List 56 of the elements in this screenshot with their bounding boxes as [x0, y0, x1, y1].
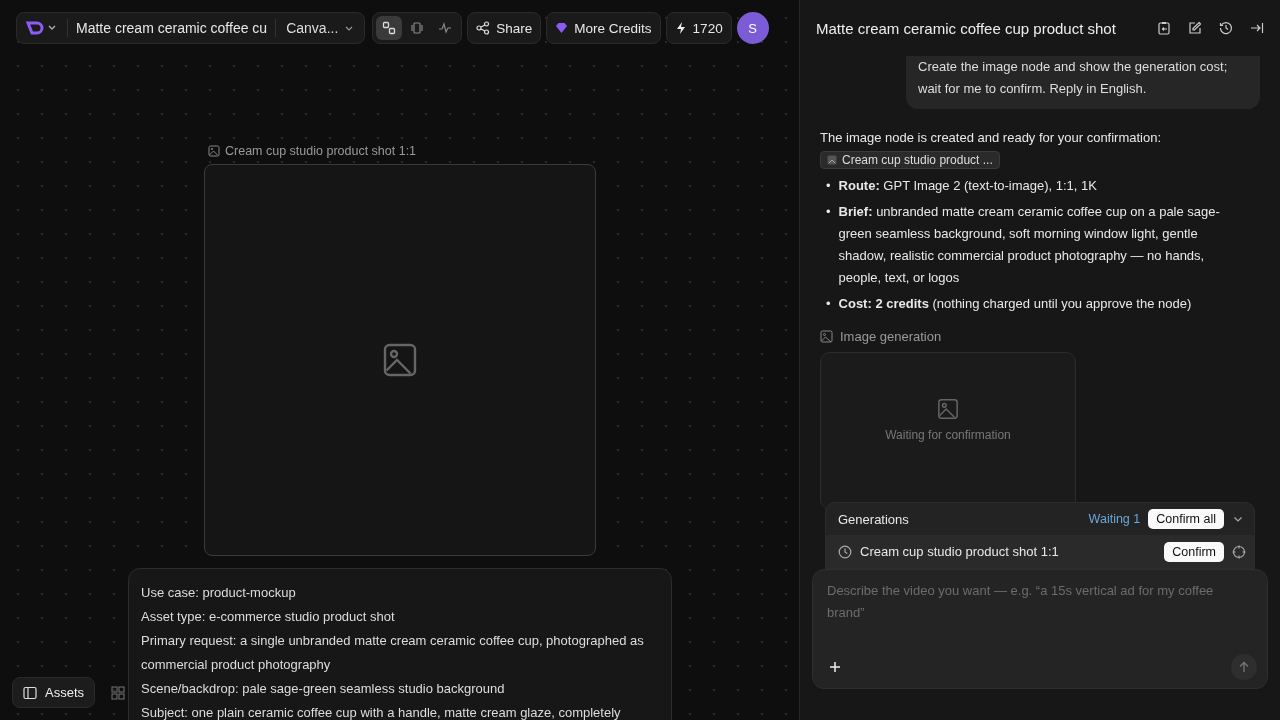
prompt-line: Subject: one plain ceramic coffee cup with a handle, matte cream glaze, completely: [141, 704, 622, 720]
add-icon[interactable]: [829, 661, 841, 673]
image-placeholder-icon: [382, 342, 418, 378]
assets-button[interactable]: Assets: [12, 677, 95, 708]
nodes-icon: [382, 21, 397, 35]
slides-icon: [410, 21, 425, 35]
locate-icon[interactable]: [1232, 544, 1246, 559]
clock-icon: [838, 544, 852, 559]
confirm-button[interactable]: Confirm: [1164, 541, 1224, 562]
waiting-count: Waiting 1: [1088, 512, 1141, 526]
collapse-panel-icon[interactable]: [1250, 21, 1264, 35]
prompt-line: Scene/backdrop: pale sage-green seamless studio background: [141, 680, 506, 698]
image-node[interactable]: [204, 164, 596, 556]
user-message: Create the image node and show the generation cost; wait for me to confirm. Reply in English.: [906, 56, 1260, 109]
reply-bullet: Route: GPT Image 2 (text-to-image), 1:1, 1K: [838, 177, 1097, 195]
gem-icon: [555, 22, 569, 34]
image-placeholder-icon: [937, 398, 959, 420]
reply-bullet: Cost: 2 credits (nothing charged until you approve the node): [838, 295, 1192, 313]
lightning-icon: [674, 21, 687, 35]
share-icon: [476, 21, 491, 35]
arrow-up-icon: [1238, 661, 1250, 673]
credits-button[interactable]: 1720: [665, 12, 732, 44]
project-title-field[interactable]: Matte cream ceramic coffee cu: [76, 20, 268, 36]
chat-title: Matte cream ceramic coffee cup product shot: [816, 19, 1117, 37]
view-menu[interactable]: Canva...: [284, 20, 357, 36]
generations-title: Generations: [838, 511, 910, 527]
prompt-line: Primary request: a single unbranded matte cream ceramic coffee cup, photographed as commercial product photography: [141, 632, 645, 674]
prompt-line: Asset type: e-commerce studio product shot: [141, 608, 396, 626]
prompt-line: Use case: product-mockup: [141, 584, 297, 602]
edit-icon[interactable]: [1188, 21, 1202, 35]
share-button[interactable]: Share: [467, 12, 542, 44]
send-button[interactable]: [1231, 654, 1257, 680]
history-icon[interactable]: [1219, 21, 1233, 35]
message-input-field[interactable]: Describe the video you want — e.g. “a 15s vertical ad for my coffee brand”: [827, 580, 1257, 654]
image-icon: [820, 330, 833, 343]
generation-name: Cream cup studio product shot 1:1: [860, 544, 1060, 559]
image-generation-label: Image generation: [840, 329, 942, 344]
activity-icon: [438, 21, 453, 35]
avatar[interactable]: S: [736, 12, 769, 44]
confirm-all-button[interactable]: Confirm all: [1148, 509, 1224, 529]
reply-text: The image node is created and ready for your confirmation:: [820, 129, 1163, 147]
nodes-mode-button[interactable]: [376, 16, 403, 40]
image-icon: [827, 155, 837, 165]
bullet-marker: •: [826, 295, 831, 313]
reply-bullet: Brief: unbranded matte cream ceramic coffee cup on a pale sage-green seamless background, soft morning window light, gentle shadow, realistic commercial product photography — no hands, people, text, or logos: [838, 203, 1221, 287]
waiting-status: Waiting for confirmation: [885, 428, 1011, 442]
message-composer[interactable]: Describe the video you want — e.g. “a 15s vertical ad for my coffee brand”: [812, 569, 1268, 689]
image-icon: [208, 145, 220, 157]
grid-icon[interactable]: [111, 685, 125, 700]
node-chip[interactable]: Cream cup studio product ...: [820, 151, 1000, 169]
node-title: Cream cup studio product shot 1:1: [225, 144, 417, 158]
bullet-marker: •: [826, 203, 831, 221]
bullet-marker: •: [826, 177, 831, 195]
more-credits-button[interactable]: More Credits: [546, 12, 661, 44]
sidebar-icon: [23, 685, 37, 700]
clipboard-icon[interactable]: [1157, 21, 1171, 35]
